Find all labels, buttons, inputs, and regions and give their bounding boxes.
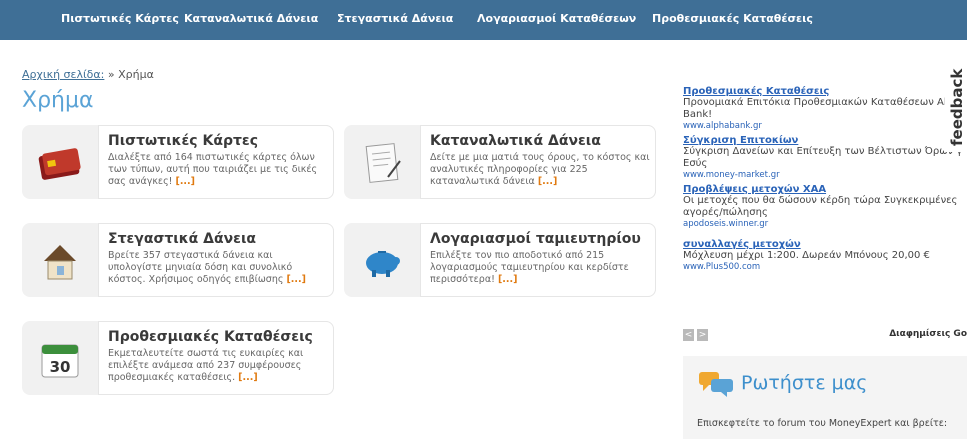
piggy-bank-icon — [366, 251, 400, 277]
read-more-link[interactable]: [...] — [175, 176, 195, 187]
credit-card-icon — [38, 148, 81, 180]
card-consumer-loans[interactable]: Καταναλωτικά Δάνεια Δείτε με μια ματιά τ… — [344, 125, 656, 199]
card-description: Βρείτε 357 στεγαστικά δάνεια και υπολογί… — [108, 250, 328, 286]
sponsored-links: Προθεσμιακές Καταθέσεις Προνομιακά Επιτό… — [683, 86, 967, 272]
card-term-deposits[interactable]: 30 Προθεσμιακές Καταθέσεις Εκμεταλευτείτ… — [22, 321, 334, 395]
chat-bubbles-icon — [699, 372, 733, 397]
ad-description: Προνομιακά Επιτόκια Προθεσμιακών Καταθέσ… — [683, 97, 966, 120]
nav-mortgage-loans[interactable]: Στεγαστικά Δάνεια — [337, 12, 453, 25]
card-description-text: Εκμεταλευτείτε σωστά τις ευκαιρίες και ε… — [108, 348, 304, 383]
house-icon — [44, 245, 76, 280]
card-title: Προθεσμιακές Καταθέσεις — [108, 329, 313, 345]
breadcrumb-separator: » — [107, 68, 115, 81]
ad-prev-button[interactable]: < — [683, 329, 694, 341]
card-title: Στεγαστικά Δάνεια — [108, 231, 257, 247]
ad-url[interactable]: www.money-market.gr — [683, 170, 967, 180]
card-description: Δείτε με μια ματιά τους όρους, το κόστος… — [430, 152, 650, 188]
ask-us-text: Επισκεφτείτε το forum του MoneyExpert κα… — [697, 418, 948, 429]
feedback-tab[interactable]: feedback — [945, 66, 967, 152]
card-description-text: Επιλέξτε τον πιο αποδοτικό από 215 λογαρ… — [430, 250, 629, 285]
card-description: Εκμεταλευτείτε σωστά τις ευκαιρίες και ε… — [108, 348, 328, 384]
ad-url[interactable]: apodoseis.winner.gr — [683, 219, 967, 229]
ask-us-box: Ρωτήστε μας Επισκεφτείτε το forum του Mo… — [683, 356, 967, 439]
read-more-link[interactable]: [...] — [538, 176, 558, 187]
calendar-icon: 30 — [41, 344, 79, 378]
page-title: Χρήμα — [22, 88, 94, 113]
read-more-link[interactable]: [...] — [286, 274, 306, 285]
card-credit-cards[interactable]: Πιστωτικές Κάρτες Διαλέξτε από 164 πιστω… — [22, 125, 334, 199]
nav-credit-cards[interactable]: Πιστωτικές Κάρτες — [61, 12, 179, 25]
card-description: Διαλέξτε από 164 πιστωτικές κάρτες όλων … — [108, 152, 328, 188]
ad-title-link[interactable]: συναλλαγές μετοχών — [683, 239, 967, 250]
ad-item: συναλλαγές μετοχών Μόχλευση μέχρι 1:200.… — [683, 239, 967, 272]
feedback-text: feedback — [948, 68, 966, 146]
ad-description: Σύγκριση Δανείων και Επίτευξη των Βέλτισ… — [683, 146, 963, 169]
top-navigation: Πιστωτικές Κάρτες Καταναλωτικά Δάνεια Στ… — [0, 0, 967, 40]
calendar-badge-text: 30 — [50, 358, 71, 376]
ad-item: Προθεσμιακές Καταθέσεις Προνομιακά Επιτό… — [683, 86, 967, 131]
breadcrumb-home-link[interactable]: Αρχική σελίδα: — [22, 68, 104, 81]
card-description: Επιλέξτε τον πιο αποδοτικό από 215 λογαρ… — [430, 250, 650, 286]
document-icon — [365, 143, 401, 183]
breadcrumb-current: Χρήμα — [118, 68, 154, 81]
card-title: Καταναλωτικά Δάνεια — [430, 133, 601, 149]
card-title: Πιστωτικές Κάρτες — [108, 133, 258, 149]
ad-next-button[interactable]: > — [697, 329, 708, 341]
ad-item: Σύγκριση Επιτοκίων Σύγκριση Δανείων και … — [683, 135, 967, 180]
card-savings-accounts[interactable]: Λογαριασμοί ταμιευτηρίου Επιλέξτε τον πι… — [344, 223, 656, 297]
feedback-label: feedback — [948, 68, 966, 146]
ad-title-link[interactable]: Σύγκριση Επιτοκίων — [683, 135, 967, 146]
ad-navigation: < > Διαφημίσεις Go — [683, 327, 967, 345]
read-more-link[interactable]: [...] — [238, 372, 258, 383]
card-mortgage-loans[interactable]: Στεγαστικά Δάνεια Βρείτε 357 στεγαστικά … — [22, 223, 334, 297]
breadcrumb: Αρχική σελίδα: » Χρήμα — [22, 68, 154, 81]
nav-consumer-loans[interactable]: Καταναλωτικά Δάνεια — [184, 12, 318, 25]
ad-description: Μόχλευση μέχρι 1:200. Δωρεάν Μπόνους 20,… — [683, 250, 930, 261]
ad-title-link[interactable]: Προβλέψεις μετοχών ΧΑΑ — [683, 184, 967, 195]
card-description-text: Διαλέξτε από 164 πιστωτικές κάρτες όλων … — [108, 152, 318, 187]
ad-description: Οι μετοχές που θα δώσουν κέρδη τώρα Συγκ… — [683, 195, 958, 218]
ask-us-title[interactable]: Ρωτήστε μας — [741, 372, 867, 394]
card-description-text: Βρείτε 357 στεγαστικά δάνεια και υπολογί… — [108, 250, 293, 285]
nav-term-deposits[interactable]: Προθεσμιακές Καταθέσεις — [652, 12, 813, 25]
read-more-link[interactable]: [...] — [498, 274, 518, 285]
ad-url[interactable]: www.Plus500.com — [683, 262, 967, 272]
ads-by-google-label[interactable]: Διαφημίσεις Go — [889, 329, 967, 339]
ad-item: Προβλέψεις μετοχών ΧΑΑ Οι μετοχές που θα… — [683, 184, 967, 229]
card-title: Λογαριασμοί ταμιευτηρίου — [430, 231, 641, 247]
ad-url[interactable]: www.alphabank.gr — [683, 121, 967, 131]
nav-deposit-accounts[interactable]: Λογαριασμοί Καταθέσεων — [477, 12, 636, 25]
ad-title-link[interactable]: Προθεσμιακές Καταθέσεις — [683, 86, 967, 97]
